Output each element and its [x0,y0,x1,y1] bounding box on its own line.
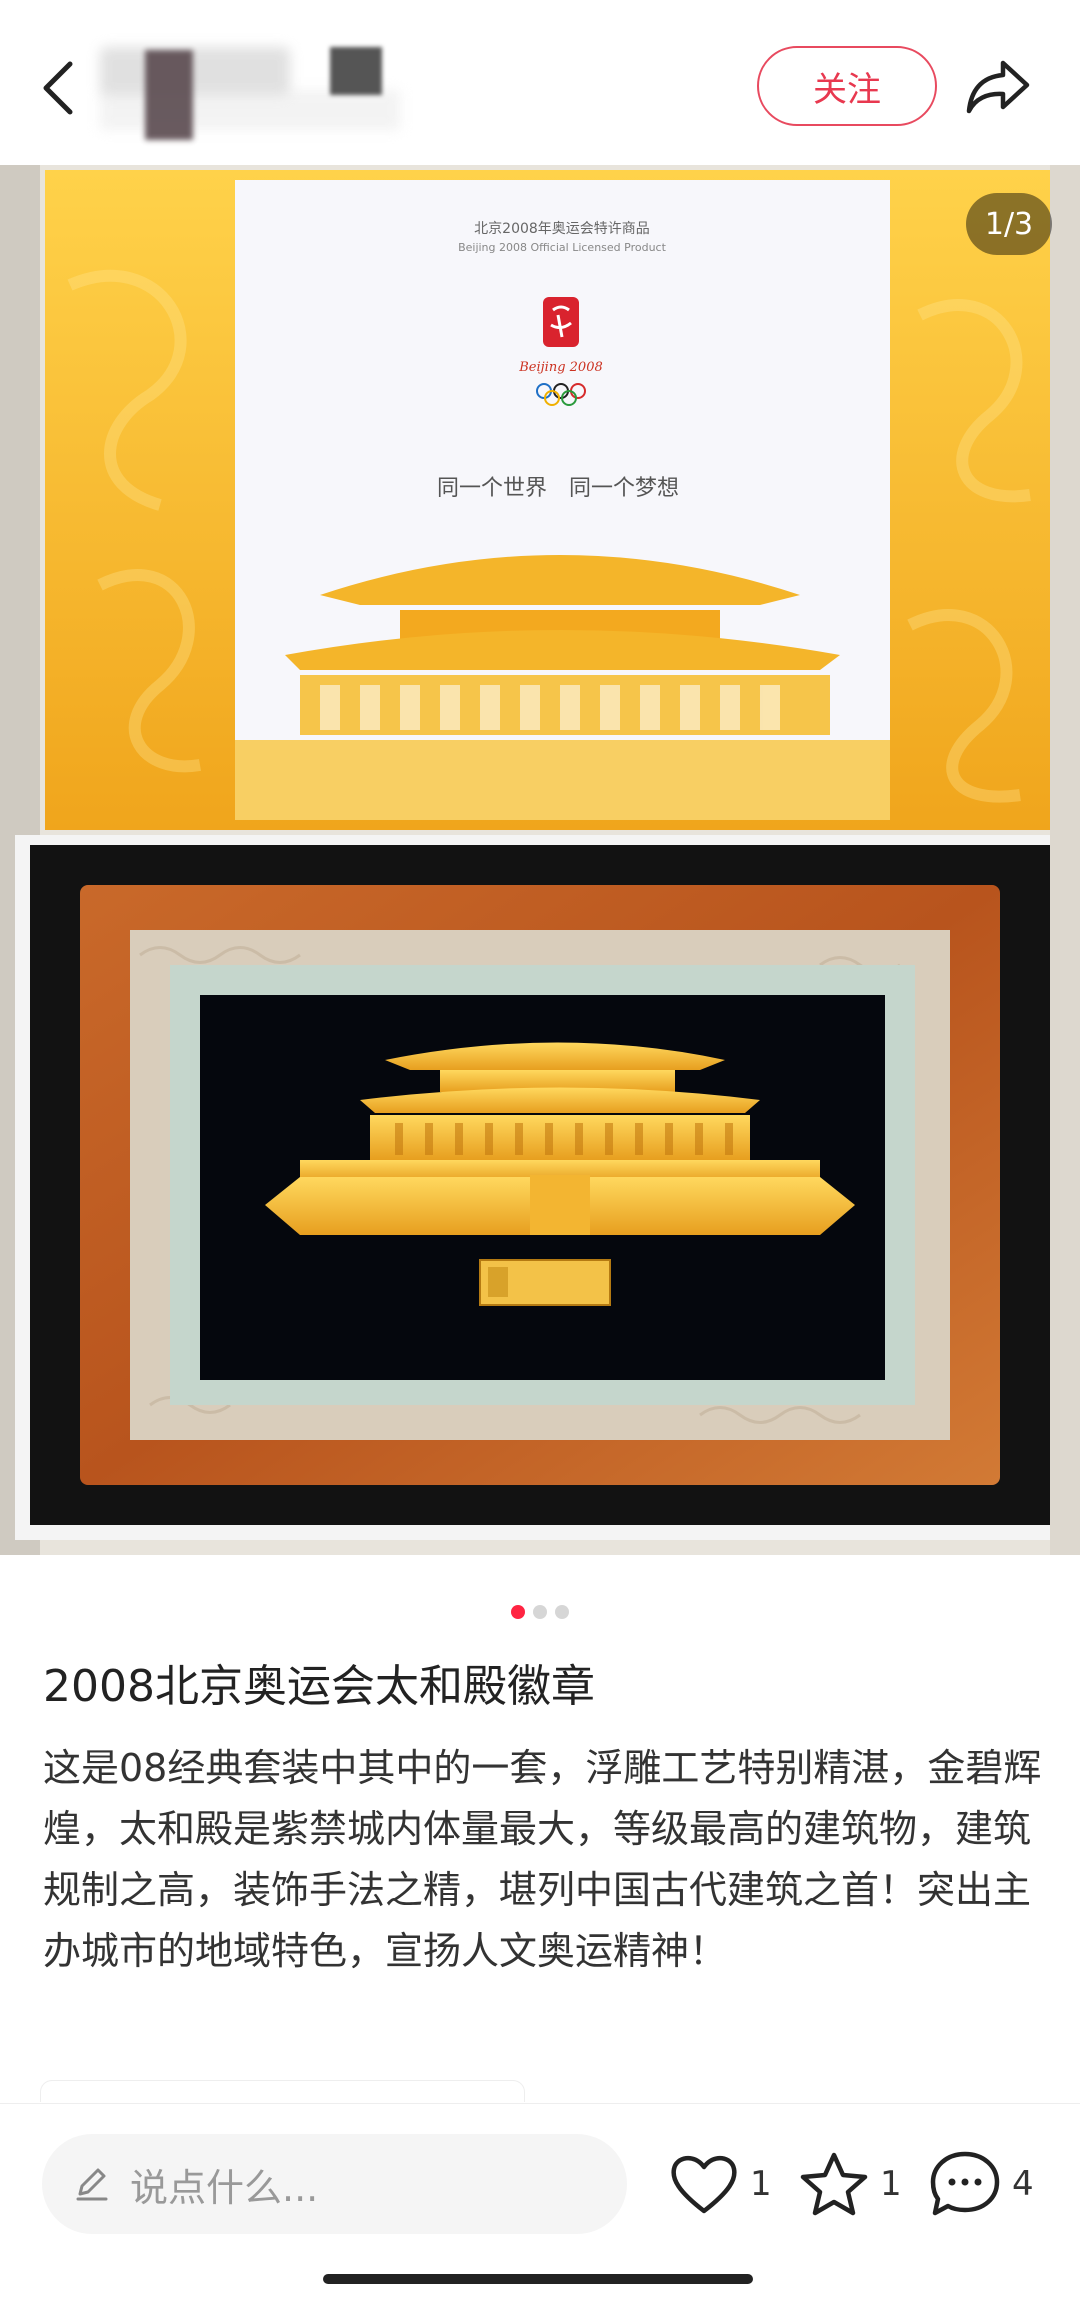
pencil-icon [76,2168,108,2201]
back-button[interactable] [30,48,86,128]
follow-button[interactable]: 关注 [757,46,937,126]
post-description: 这是08经典套装中其中的一套，浮雕工艺特别精湛，金碧辉煌，太和殿是紫禁城内体量最… [43,1746,1042,1973]
carousel-dot [533,1605,547,1619]
home-indicator[interactable] [323,2274,753,2284]
comment-input[interactable]: 说点什么... [42,2134,627,2234]
slogan: 同一个世界 同一个梦想 [437,476,679,501]
chat-bubble-icon [930,2151,1000,2216]
content-card-edge [40,2080,525,2102]
collect-count: 1 [880,2164,902,2204]
carousel-dot-active [511,1605,525,1619]
comment-count: 4 [1012,2164,1034,2204]
top-nav-bar: 关注 [0,0,1080,165]
heart-icon [671,2156,737,2214]
author-info-blurred[interactable] [100,45,410,145]
share-button[interactable] [958,52,1038,122]
post-photo: 北京2008年奥运会特许商品 Beijing 2008 Official Lic… [0,165,1080,1555]
carousel-indicator [0,1605,1080,1619]
logo-text: Beijing 2008 [518,360,603,375]
comment-button[interactable]: 4 [928,2142,1034,2226]
carousel-dot [555,1605,569,1619]
post-title: 2008北京奥运会太和殿徽章 [43,1661,595,1712]
chevron-left-icon [43,61,73,115]
image-counter: 1/3 [966,193,1052,255]
post-image-carousel[interactable]: 1/3 北京2008年奥运会特许商品 Beijing 2008 Official… [0,165,1080,1555]
box-top-line1: 北京2008年奥运会特许商品 [474,220,650,237]
like-count: 1 [750,2164,772,2204]
share-icon [966,60,1030,114]
like-button[interactable]: 1 [668,2142,772,2226]
comment-placeholder: 说点什么... [130,2165,319,2210]
collect-button[interactable]: 1 [798,2142,902,2226]
box-top-line2: Beijing 2008 Official Licensed Product [458,241,667,254]
bottom-action-bar: 说点什么... 1 1 4 [0,2103,1080,2303]
star-icon [800,2152,868,2216]
